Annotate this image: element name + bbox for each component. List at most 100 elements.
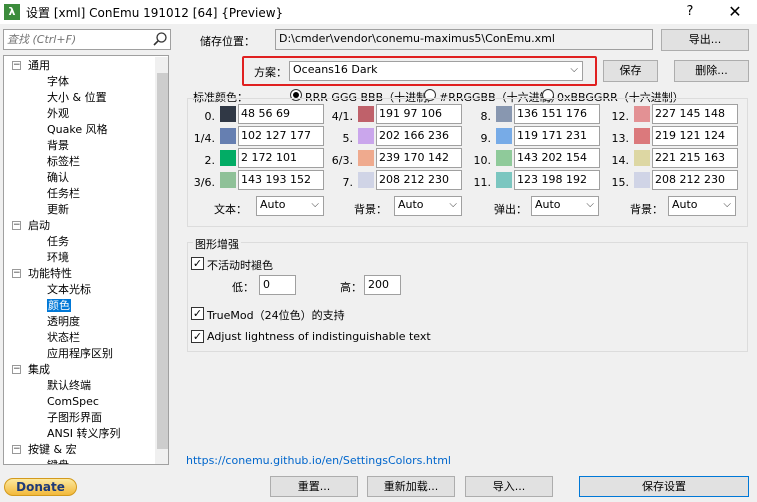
tree-item[interactable]: 颜色 bbox=[47, 298, 71, 314]
color-value-field[interactable]: 219 121 124 bbox=[652, 126, 738, 146]
tree-item[interactable]: ComSpec bbox=[47, 394, 99, 410]
tree-expander-icon[interactable]: − bbox=[12, 269, 21, 278]
color-swatch[interactable] bbox=[358, 172, 374, 188]
tree-item[interactable]: 背景 bbox=[47, 138, 69, 154]
color-selector[interactable]: Auto ⌵ bbox=[668, 196, 736, 216]
color-swatch[interactable] bbox=[634, 172, 650, 188]
color-value-field[interactable]: 239 170 142 bbox=[376, 148, 462, 168]
color-value-field[interactable]: 2 172 101 bbox=[238, 148, 324, 168]
color-swatch[interactable] bbox=[358, 128, 374, 144]
color-value-field[interactable]: 136 151 176 bbox=[514, 104, 600, 124]
help-link[interactable]: https://conemu.github.io/en/SettingsColo… bbox=[186, 454, 451, 467]
color-swatch[interactable] bbox=[496, 106, 512, 122]
tree-item-label: 应用程序区别 bbox=[47, 347, 113, 360]
color-index-label: 4/1. bbox=[331, 110, 353, 123]
tree-item[interactable]: 键盘 bbox=[47, 458, 69, 464]
close-button[interactable]: ✕ bbox=[723, 2, 747, 22]
save-scheme-button[interactable]: 保存 bbox=[603, 60, 658, 82]
scheme-select[interactable]: Oceans16 Dark ⌵ bbox=[289, 61, 583, 81]
tree-item[interactable]: 状态栏 bbox=[47, 330, 80, 346]
color-swatch[interactable] bbox=[220, 150, 236, 166]
color-swatch[interactable] bbox=[220, 106, 236, 122]
color-value-field[interactable]: 143 202 154 bbox=[514, 148, 600, 168]
tree-expander-icon[interactable]: − bbox=[12, 445, 21, 454]
tree-item[interactable]: 子图形界面 bbox=[47, 410, 102, 426]
tree-item[interactable]: 外观 bbox=[47, 106, 69, 122]
color-swatch[interactable] bbox=[358, 106, 374, 122]
color-value-field[interactable]: 119 171 231 bbox=[514, 126, 600, 146]
color-swatch[interactable] bbox=[496, 150, 512, 166]
tree-item[interactable]: 功能特性 bbox=[28, 266, 72, 282]
color-swatch[interactable] bbox=[634, 106, 650, 122]
tree-item[interactable]: 任务 bbox=[47, 234, 69, 250]
tree-item[interactable]: 通用 bbox=[28, 58, 50, 74]
tree-item-label: 状态栏 bbox=[47, 331, 80, 344]
save-settings-button[interactable]: 保存设置 bbox=[579, 476, 749, 497]
tree-item[interactable]: 大小 & 位置 bbox=[47, 90, 107, 106]
color-index-label: 13. bbox=[611, 132, 630, 145]
tree-item[interactable]: 更新 bbox=[47, 202, 69, 218]
color-value-field[interactable]: 202 166 236 bbox=[376, 126, 462, 146]
color-swatch[interactable] bbox=[634, 150, 650, 166]
export-button[interactable]: 导出... bbox=[661, 29, 749, 51]
tree-item[interactable]: Quake 风格 bbox=[47, 122, 108, 138]
tree-item[interactable]: 任务栏 bbox=[47, 186, 80, 202]
tree-expander-icon[interactable]: − bbox=[12, 61, 21, 70]
color-value-field[interactable]: 191 97 106 bbox=[376, 104, 462, 124]
import-button[interactable]: 导入... bbox=[465, 476, 553, 497]
low-value-field[interactable]: 0 bbox=[259, 275, 296, 295]
color-swatch[interactable] bbox=[496, 172, 512, 188]
tree-item[interactable]: 字体 bbox=[47, 74, 69, 90]
reset-button[interactable]: 重置... bbox=[270, 476, 358, 497]
tree-item[interactable]: 默认终端 bbox=[47, 378, 91, 394]
color-selector-value: Auto bbox=[672, 198, 698, 211]
tree-item-label: 环境 bbox=[47, 251, 69, 264]
donate-button[interactable]: Donate bbox=[4, 478, 77, 496]
color-selector[interactable]: Auto ⌵ bbox=[531, 196, 599, 216]
help-button[interactable]: ? bbox=[680, 2, 700, 22]
tree-item[interactable]: 环境 bbox=[47, 250, 69, 266]
color-swatch[interactable] bbox=[220, 128, 236, 144]
tree-item[interactable]: 应用程序区别 bbox=[47, 346, 113, 362]
chevron-down-icon: ⌵ bbox=[723, 199, 731, 210]
color-value-field[interactable]: 48 56 69 bbox=[238, 104, 324, 124]
color-value-field[interactable]: 102 127 177 bbox=[238, 126, 324, 146]
search-input[interactable] bbox=[4, 30, 144, 49]
delete-scheme-button[interactable]: 删除... bbox=[674, 60, 749, 82]
high-value-field[interactable]: 200 bbox=[364, 275, 401, 295]
reload-button[interactable]: 重新加载... bbox=[367, 476, 455, 497]
color-value-field[interactable]: 227 145 148 bbox=[652, 104, 738, 124]
color-swatch[interactable] bbox=[634, 128, 650, 144]
color-value-field[interactable]: 221 215 163 bbox=[652, 148, 738, 168]
color-swatch[interactable] bbox=[358, 150, 374, 166]
color-swatch[interactable] bbox=[220, 172, 236, 188]
settings-tree[interactable]: − 通用 字体 大小 & 位置 外观 Quake 风格 背景 标签栏 确认 任务栏 更新 − 启动 任务环… bbox=[3, 55, 169, 465]
color-selector[interactable]: Auto ⌵ bbox=[256, 196, 324, 216]
tree-item[interactable]: ANSI 转义序列 bbox=[47, 426, 120, 442]
color-swatch[interactable] bbox=[496, 128, 512, 144]
chevron-down-icon: ⌵ bbox=[311, 199, 319, 210]
tree-scrollbar-thumb[interactable] bbox=[157, 73, 168, 449]
tree-item[interactable]: 确认 bbox=[47, 170, 69, 186]
tree-item-label: 确认 bbox=[47, 171, 69, 184]
color-selector[interactable]: Auto ⌵ bbox=[394, 196, 462, 216]
color-value-field[interactable]: 123 198 192 bbox=[514, 170, 600, 190]
tree-expander-icon[interactable]: − bbox=[12, 221, 21, 230]
search-icon[interactable] bbox=[152, 31, 168, 47]
search-box[interactable] bbox=[3, 29, 171, 50]
tree-item[interactable]: 集成 bbox=[28, 362, 50, 378]
tree-item[interactable]: 文本光标 bbox=[47, 282, 91, 298]
fade-checkbox[interactable]: ✓ bbox=[191, 257, 204, 270]
tree-item[interactable]: 启动 bbox=[28, 218, 50, 234]
storage-path-field[interactable]: D:\cmder\vendor\conemu-maximus5\ConEmu.x… bbox=[275, 29, 653, 50]
tree-expander-icon[interactable]: − bbox=[12, 365, 21, 374]
color-value-field[interactable]: 208 212 230 bbox=[652, 170, 738, 190]
color-value-field[interactable]: 143 193 152 bbox=[238, 170, 324, 190]
tree-item[interactable]: 透明度 bbox=[47, 314, 80, 330]
tree-item[interactable]: 标签栏 bbox=[47, 154, 80, 170]
color-value-field[interactable]: 208 212 230 bbox=[376, 170, 462, 190]
chevron-down-icon: ⌵ bbox=[449, 199, 457, 210]
truemod-checkbox[interactable]: ✓ bbox=[191, 307, 204, 320]
adjust-lightness-checkbox[interactable]: ✓ bbox=[191, 330, 204, 343]
tree-item[interactable]: 按键 & 宏 bbox=[28, 442, 77, 458]
